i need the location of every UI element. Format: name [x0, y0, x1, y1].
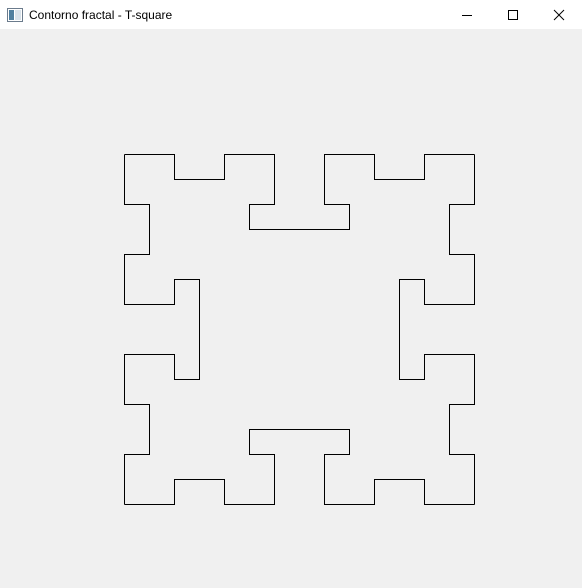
fractal-outline-bottom: [124, 429, 475, 505]
fractal-outline-left: [124, 154, 200, 505]
app-window-icon: [7, 7, 23, 23]
maximize-button[interactable]: [490, 0, 536, 29]
window-title: Contorno fractal - T-square: [29, 7, 173, 22]
title-bar[interactable]: Contorno fractal - T-square: [0, 0, 582, 29]
fractal-outline-right: [399, 154, 475, 505]
fractal-outline-top: [124, 154, 475, 230]
maximize-icon: [508, 9, 518, 20]
window-controls: [444, 0, 582, 29]
drawing-canvas: [0, 29, 582, 588]
close-icon: [553, 9, 565, 20]
t-square-fractal: [124, 154, 475, 505]
app-window: Contorno fractal - T-square: [0, 0, 582, 588]
close-button[interactable]: [536, 0, 582, 29]
minimize-button[interactable]: [444, 0, 490, 29]
minimize-icon: [462, 14, 472, 16]
